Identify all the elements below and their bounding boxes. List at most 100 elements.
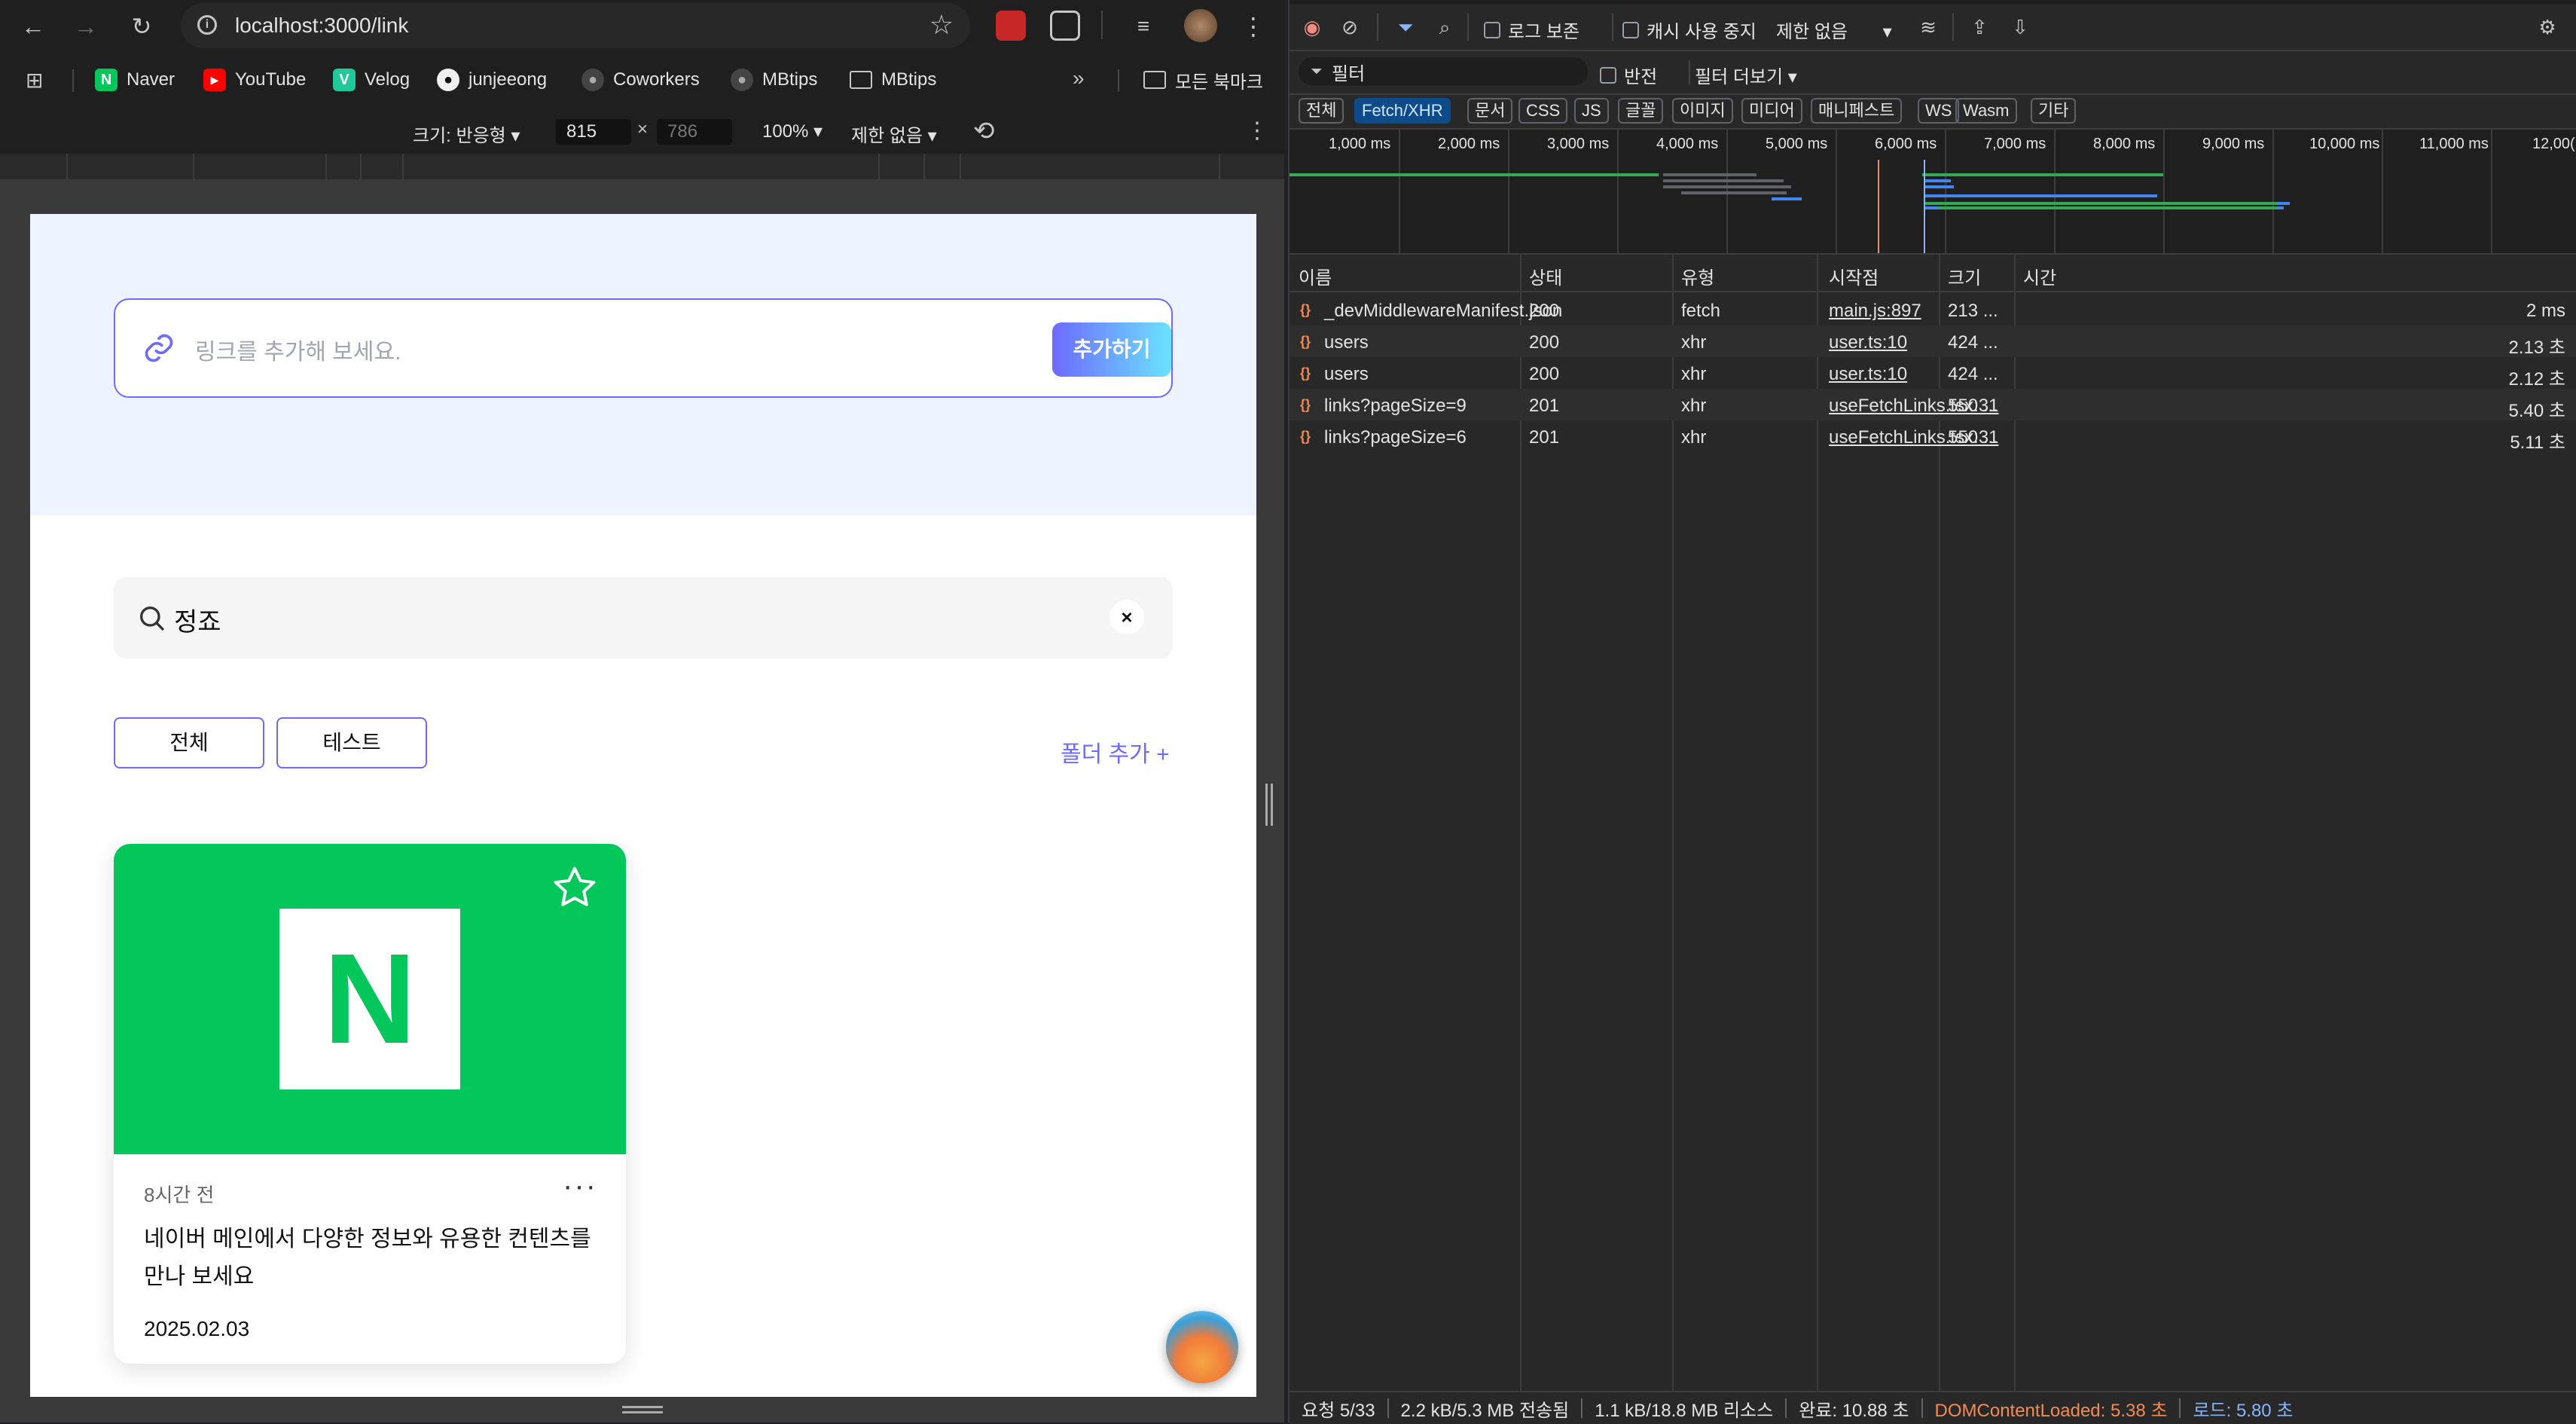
request-status: 200	[1529, 332, 1560, 353]
search-icon[interactable]: ⌕	[1433, 15, 1457, 39]
search-input[interactable]: 정죠	[174, 601, 221, 638]
bookmark-coworkers[interactable]: ● Coworkers	[581, 66, 700, 93]
folder-chip-all[interactable]: 전체	[114, 717, 264, 769]
more-bookmarks-icon[interactable]: »	[1073, 66, 1085, 93]
disable-cache-label: 캐시 사용 중지	[1647, 22, 1757, 42]
device-menu-icon[interactable]: ⋮	[1246, 118, 1268, 144]
type-chip-doc[interactable]: 문서	[1467, 98, 1513, 124]
xhr-request-icon: {}	[1300, 397, 1311, 412]
viewport-bottom-resize-handle[interactable]	[622, 1406, 663, 1413]
filter-input[interactable]: ⏷ 필터	[1299, 57, 1588, 86]
bookmark-velog[interactable]: V Velog	[333, 66, 410, 93]
clear-search-button[interactable]: ×	[1109, 600, 1144, 634]
type-chip-img[interactable]: 이미지	[1672, 98, 1733, 124]
disable-cache-checkbox[interactable]	[1622, 21, 1639, 38]
timeline-gridline	[1508, 130, 1509, 253]
width-input[interactable]: 815	[556, 119, 631, 145]
request-initiator-link[interactable]: user.ts:10	[1829, 332, 1907, 353]
bookmark-youtube[interactable]: ▶ YouTube	[203, 66, 306, 93]
filter-funnel-icon[interactable]: ⏷	[1393, 15, 1418, 39]
network-overview-timeline[interactable]: 1,000 ms 2,000 ms 3,000 ms 4,000 ms 5,00…	[1290, 130, 2576, 255]
type-chip-ws[interactable]: WS	[1918, 98, 1960, 124]
browser-menu-icon[interactable]: ⋮	[1237, 10, 1270, 43]
clear-icon[interactable]: ⊘	[1338, 15, 1362, 39]
requests-count: 요청 5/33	[1302, 1400, 1375, 1421]
folder-chip-test[interactable]: 테스트	[276, 717, 427, 769]
request-initiator-link[interactable]: main.js:897	[1829, 301, 1921, 322]
bookmark-junjeeong[interactable]: ● junjeeong	[437, 66, 547, 93]
type-chip-css[interactable]: CSS	[1518, 98, 1568, 124]
viewport-resize-handle[interactable]	[1265, 784, 1273, 826]
type-chip-js[interactable]: JS	[1574, 98, 1609, 124]
card-more-button[interactable]: ···	[563, 1169, 597, 1203]
timeline-label: 5,000 ms	[1766, 136, 1828, 152]
zoom-select[interactable]: 100% ▾	[762, 121, 823, 142]
column-initiator[interactable]: 시작점	[1829, 263, 1879, 289]
request-time: 5.11 초	[2510, 432, 2565, 453]
reload-icon[interactable]: ↻	[125, 10, 158, 43]
type-chip-fetch-xhr[interactable]: Fetch/XHR	[1354, 98, 1451, 124]
folder-icon	[850, 71, 872, 89]
bookmark-folder-mbtips[interactable]: MBtips	[850, 66, 936, 93]
column-size[interactable]: 크기	[1948, 263, 1981, 289]
device-size-select[interactable]: 크기: 반응형 ▾	[413, 121, 520, 147]
network-conditions-icon[interactable]: ≋	[1916, 15, 1940, 39]
type-chip-font[interactable]: 글꼴	[1618, 98, 1664, 124]
request-row[interactable]: {} users 200 xhr user.ts:10 424 ... 2.13…	[1290, 325, 2576, 358]
request-row[interactable]: {} links?pageSize=6 201 xhr useFetchLink…	[1290, 420, 2576, 453]
rotate-icon[interactable]: ⟲	[973, 116, 995, 146]
bookmark-star-icon[interactable]: ☆	[929, 9, 954, 41]
timeline-request-bar	[1772, 197, 1802, 200]
add-link-button[interactable]: 추가하기	[1052, 322, 1171, 377]
extensions-puzzle-icon[interactable]	[1050, 11, 1080, 41]
request-row[interactable]: {} _devMiddlewareManifest.json 200 fetch…	[1290, 294, 2576, 325]
bookmark-mbtips[interactable]: ● MBtips	[731, 66, 817, 93]
height-input[interactable]: 786	[657, 119, 732, 145]
github-icon: ●	[581, 69, 604, 91]
link-input[interactable]: 링크를 추가해 보세요.	[195, 333, 401, 366]
type-chip-all[interactable]: 전체	[1299, 98, 1344, 124]
forward-icon[interactable]: →	[69, 10, 102, 43]
floating-profile-avatar[interactable]	[1166, 1311, 1238, 1383]
status-separator	[1921, 1398, 1923, 1418]
disable-cache-toggle[interactable]: 캐시 사용 중지	[1622, 17, 1757, 43]
all-bookmarks[interactable]: 모든 북마크	[1143, 66, 1263, 93]
favorite-star-icon[interactable]	[551, 863, 599, 912]
record-stop-icon[interactable]: ◉	[1300, 15, 1324, 39]
network-settings-gear-icon[interactable]: ⚙	[2535, 15, 2559, 39]
type-chip-wasm[interactable]: Wasm	[1955, 98, 2017, 124]
more-filters-select[interactable]: 필터 더보기 ▾	[1695, 62, 1797, 88]
request-row[interactable]: {} links?pageSize=9 201 xhr useFetchLink…	[1290, 389, 2576, 421]
back-icon[interactable]: ←	[17, 10, 50, 43]
site-info-icon[interactable]: i	[197, 15, 217, 35]
type-chip-media[interactable]: 미디어	[1741, 98, 1802, 124]
invert-checkbox[interactable]	[1600, 66, 1616, 84]
column-type[interactable]: 유형	[1681, 263, 1714, 289]
network-throttle-select[interactable]: 제한 없음 ▾	[1776, 17, 1892, 43]
link-card[interactable]: N 8시간 전 ··· 네이버 메인에서 다양한 정보와 유용한 컨텐츠를 만나…	[114, 844, 626, 1364]
add-folder-button[interactable]: 폴더 추가 +	[1061, 735, 1170, 769]
extension-icon[interactable]	[996, 11, 1026, 41]
column-name[interactable]: 이름	[1299, 263, 1332, 289]
bookmark-naver[interactable]: N Naver	[95, 66, 175, 93]
type-chip-manifest[interactable]: 매니페스트	[1811, 98, 1903, 124]
invert-toggle[interactable]: 반전	[1600, 62, 1657, 88]
request-row[interactable]: {} users 200 xhr user.ts:10 424 ... 2.12…	[1290, 357, 2576, 390]
media-control-icon[interactable]: ≡	[1127, 10, 1160, 43]
preserve-log-toggle[interactable]: 로그 보존	[1484, 17, 1579, 43]
request-name: users	[1324, 364, 1369, 384]
apps-grid-icon[interactable]: ⊞	[26, 66, 43, 93]
request-initiator-link[interactable]: user.ts:10	[1829, 364, 1907, 385]
profile-avatar[interactable]	[1184, 9, 1217, 42]
card-date: 2025.02.03	[144, 1317, 250, 1340]
column-time[interactable]: 시간	[2023, 263, 2056, 289]
ruler-tick	[193, 154, 194, 179]
preserve-log-checkbox[interactable]	[1484, 21, 1500, 38]
address-bar[interactable]: i localhost:3000/link ☆	[181, 3, 970, 48]
column-status[interactable]: 상태	[1529, 263, 1562, 289]
toolbar-divider	[1689, 60, 1690, 84]
import-har-icon[interactable]: ⇪	[1967, 15, 1992, 39]
export-har-icon[interactable]: ⇩	[2008, 15, 2032, 39]
throttle-select[interactable]: 제한 없음 ▾	[851, 121, 937, 147]
type-chip-other[interactable]: 기타	[2031, 98, 2077, 124]
